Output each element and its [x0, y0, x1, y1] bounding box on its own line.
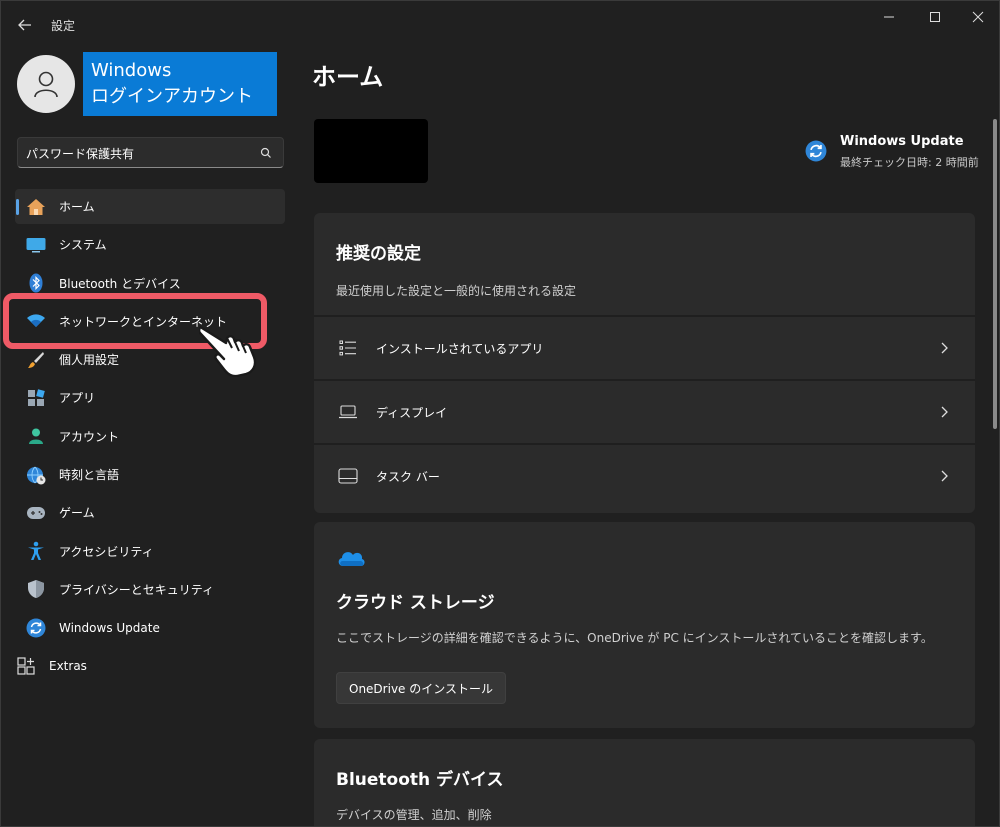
recommended-settings-card: 推奨の設定 最近使用した設定と一般的に使用される設定 インストールされているアプ…	[314, 213, 975, 513]
sidebar-item-label: 個人用設定	[59, 353, 120, 368]
accessibility-icon	[25, 540, 47, 562]
person-icon	[25, 425, 47, 447]
sidebar-item-label: プライバシーとセキュリティ	[59, 582, 215, 597]
display-row[interactable]: ディスプレイ	[314, 379, 975, 443]
avatar[interactable]	[17, 55, 75, 113]
onedrive-cloud-icon	[338, 552, 365, 566]
back-button[interactable]	[13, 13, 37, 37]
sidebar-item-extras[interactable]: Extras	[15, 649, 285, 684]
wifi-icon	[25, 310, 47, 332]
app-title: 設定	[51, 19, 76, 33]
update-icon	[25, 617, 47, 639]
sidebar-item-label: ゲーム	[59, 506, 95, 521]
sidebar-item-accounts[interactable]: アカウント	[15, 419, 285, 454]
bluetooth-devices-title: Bluetooth デバイス	[336, 770, 504, 790]
back-arrow-icon	[18, 19, 31, 31]
apps-icon	[25, 387, 47, 409]
sidebar-item-label: アクセシビリティ	[59, 544, 154, 559]
sidebar-item-label: アカウント	[59, 429, 120, 444]
sidebar-item-label: アプリ	[59, 391, 96, 406]
search-icon[interactable]	[258, 145, 274, 161]
person-icon	[34, 71, 58, 98]
settings-window: 設定 Windows ログインアカウント ホーム	[0, 0, 1000, 827]
chevron-right-icon	[941, 342, 948, 354]
installed-apps-label: インストールされているアプリ	[376, 341, 544, 356]
search-box[interactable]	[17, 137, 284, 168]
sidebar-item-label: Bluetooth とデバイス	[59, 276, 181, 291]
globe-clock-icon	[25, 464, 47, 486]
gamepad-icon	[25, 502, 47, 524]
minimize-icon	[884, 16, 894, 18]
sidebar-item-system[interactable]: システム	[15, 227, 285, 262]
sidebar-item-gaming[interactable]: ゲーム	[15, 495, 285, 530]
taskbar-label: タスク バー	[376, 469, 440, 484]
close-button[interactable]	[963, 5, 993, 29]
display-label: ディスプレイ	[376, 405, 448, 420]
sidebar-item-accessibility[interactable]: アクセシビリティ	[15, 534, 285, 569]
taskbar-row[interactable]: タスク バー	[314, 443, 975, 507]
sidebar-nav: ホーム システム Bluetooth とデバイス ネットワークとインターネット …	[15, 189, 285, 687]
cloud-storage-description: ここでストレージの詳細を確認できるように、OneDrive が PC にインスト…	[336, 631, 933, 645]
update-icon[interactable]	[805, 140, 827, 162]
sidebar-item-time-language[interactable]: 時刻と言語	[15, 457, 285, 492]
chevron-right-icon	[941, 470, 948, 482]
minimize-button[interactable]	[874, 5, 904, 29]
windows-update-status: 最終チェック日時: 2 時間前	[840, 156, 979, 169]
cloud-storage-card: クラウド ストレージ ここでストレージの詳細を確認できるように、OneDrive…	[314, 522, 975, 728]
sidebar-item-label: Extras	[49, 659, 87, 674]
sidebar-item-label: ホーム	[59, 200, 95, 214]
close-icon	[972, 11, 984, 23]
paintbrush-icon	[25, 349, 47, 371]
cloud-storage-title: クラウド ストレージ	[336, 593, 495, 613]
laptop-icon	[338, 402, 358, 422]
taskbar-icon	[338, 466, 358, 486]
sidebar-item-label: 時刻と言語	[59, 468, 120, 483]
windows-update-title[interactable]: Windows Update	[840, 134, 964, 149]
sidebar-item-label: システム	[59, 238, 107, 253]
sidebar-item-privacy[interactable]: プライバシーとセキュリティ	[15, 572, 285, 607]
chevron-right-icon	[941, 406, 948, 418]
maximize-button[interactable]	[920, 5, 950, 29]
account-name[interactable]: Windows ログインアカウント	[83, 52, 277, 116]
account-name-line2: ログインアカウント	[91, 86, 253, 107]
recommended-title: 推奨の設定	[336, 244, 421, 264]
sidebar-item-label: Windows Update	[59, 620, 160, 635]
account-name-line1: Windows	[91, 60, 172, 81]
sidebar-item-windows-update[interactable]: Windows Update	[15, 610, 285, 645]
page-title: ホーム	[312, 63, 384, 91]
maximize-icon	[930, 12, 940, 22]
pointing-hand-icon	[199, 326, 257, 377]
list-icon	[338, 338, 358, 358]
bluetooth-icon	[25, 272, 47, 294]
sidebar-item-bluetooth[interactable]: Bluetooth とデバイス	[15, 266, 285, 301]
device-image	[314, 119, 428, 183]
installed-apps-row[interactable]: インストールされているアプリ	[314, 315, 975, 379]
home-icon	[25, 196, 47, 218]
recommended-description: 最近使用した設定と一般的に使用される設定	[336, 284, 577, 298]
install-onedrive-button[interactable]: OneDrive のインストール	[336, 672, 507, 704]
scrollbar[interactable]	[993, 119, 997, 429]
shield-icon	[25, 578, 47, 600]
monitor-icon	[25, 234, 47, 256]
extras-icon	[15, 655, 37, 677]
sidebar-item-apps[interactable]: アプリ	[15, 380, 285, 415]
title-bar: 設定	[1, 1, 999, 47]
bluetooth-devices-description: デバイスの管理、追加、削除	[336, 808, 492, 822]
search-input[interactable]	[26, 143, 251, 163]
sidebar-item-home[interactable]: ホーム	[15, 189, 285, 224]
bluetooth-devices-card[interactable]: Bluetooth デバイス デバイスの管理、追加、削除	[314, 739, 975, 826]
